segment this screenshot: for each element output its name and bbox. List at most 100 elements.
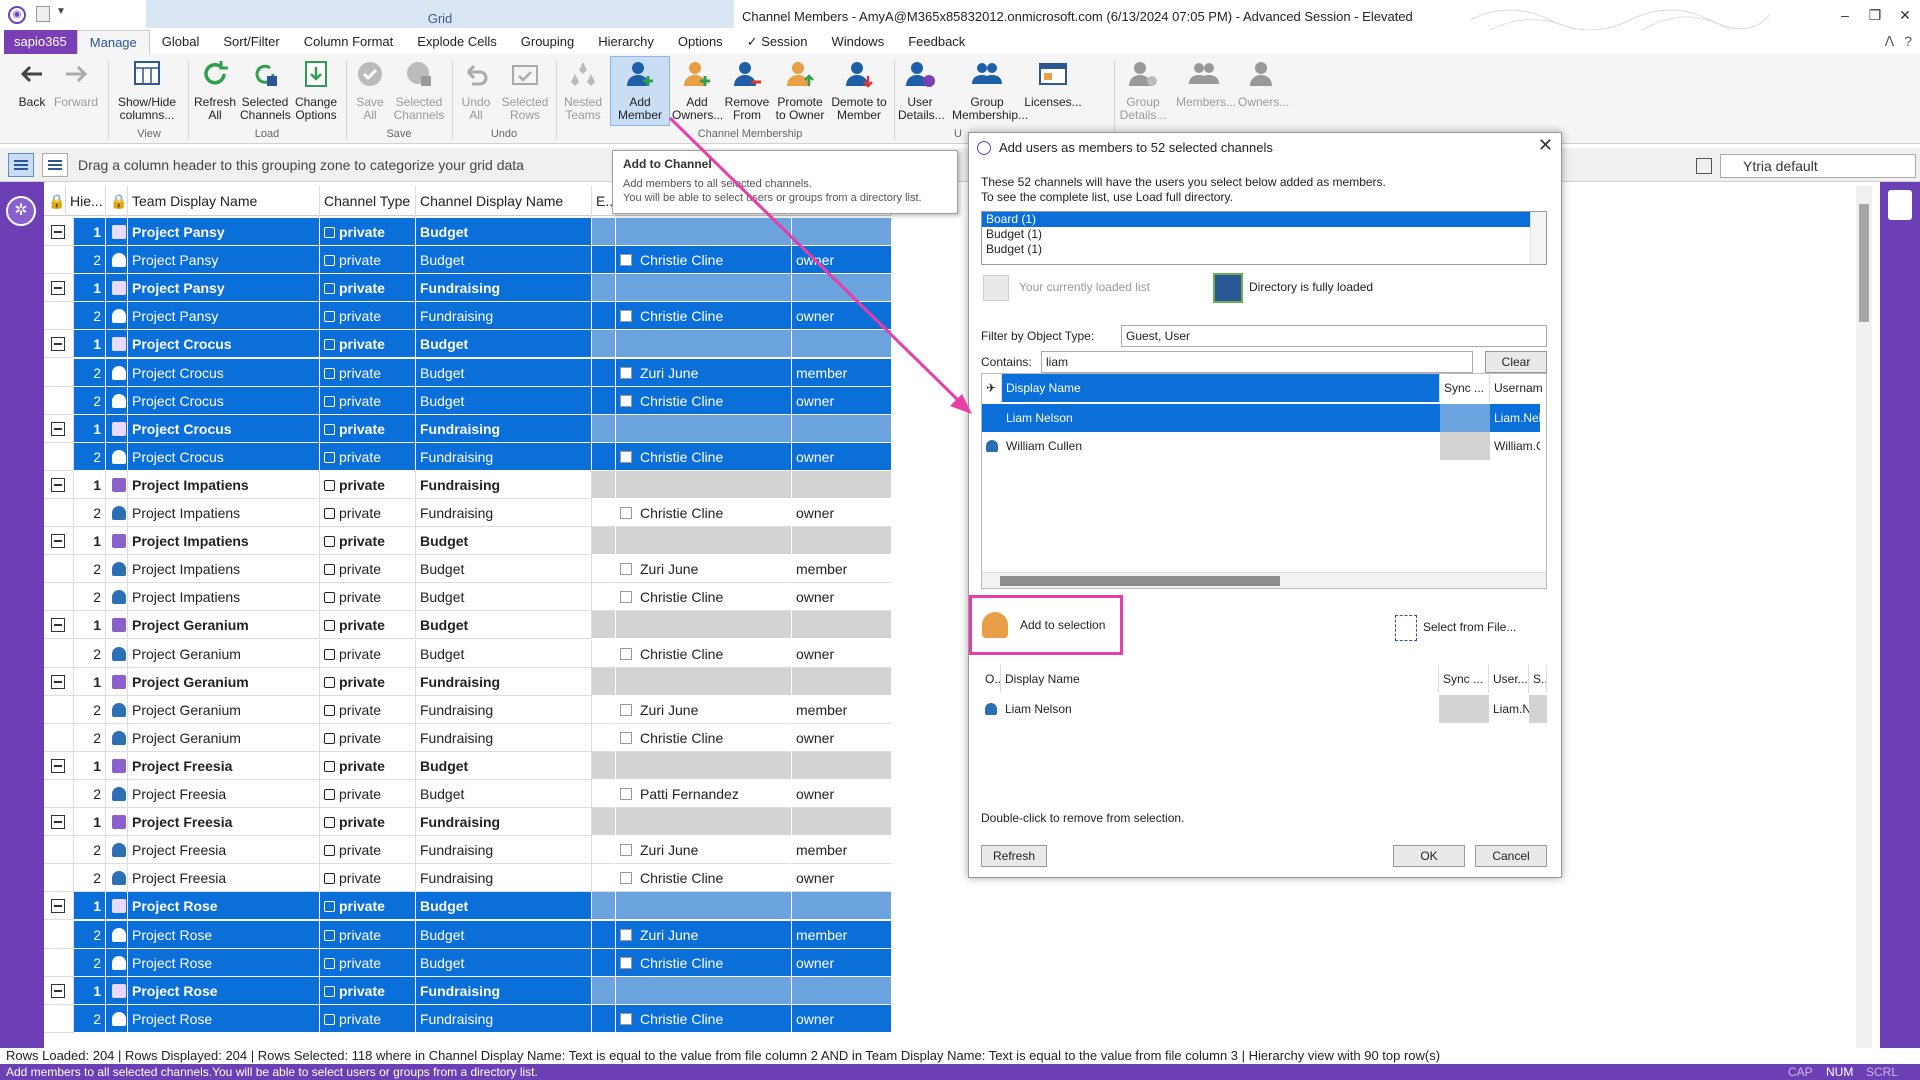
result-row[interactable]: Liam Nelson Liam.Nel [982,404,1546,432]
table-row[interactable]: 2 Project Impatiens private Budget Zuri June… [44,555,892,584]
add-owners-button[interactable]: Add Owners... [672,58,723,134]
tab-manage[interactable]: Manage [76,30,150,54]
table-row[interactable]: 2 Project Rose private Budget Christie Cline… [44,948,892,977]
sel-col-s[interactable]: S... [1529,665,1547,693]
table-row[interactable]: 1 Project Crocus private Budget [44,330,892,359]
row-checkbox[interactable] [620,703,632,716]
licenses-button[interactable]: Licenses... [1024,58,1082,134]
row-expander[interactable] [44,639,74,668]
tab-sort-filter[interactable]: Sort/Filter [211,30,291,54]
row-checkbox[interactable] [620,1012,632,1025]
results-pin-icon[interactable]: ✈ [982,374,1002,402]
select-from-file-button[interactable]: Select from File... [1395,615,1516,641]
table-row[interactable]: 2 Project Crocus private Budget Zuri June mem… [44,358,892,387]
table-row[interactable]: 2 Project Rose private Fundraising Christie … [44,1004,892,1033]
contains-input[interactable]: liam [1041,351,1473,373]
tab-windows[interactable]: Windows [819,30,896,54]
row-checkbox[interactable] [620,788,632,800]
col-team-display-name[interactable]: Team Display Name [128,186,320,216]
remove-from-button[interactable]: Remove From [724,58,770,134]
row-expander[interactable] [44,358,74,387]
row-expander[interactable] [44,442,74,471]
ok-button[interactable]: OK [1393,845,1465,867]
table-row[interactable]: 1 Project Pansy private Fundraising [44,274,892,303]
row-expander[interactable] [44,723,74,752]
row-checkbox[interactable] [620,647,632,660]
table-row[interactable]: 2 Project Pansy private Fundraising Christie… [44,302,892,331]
group-details-button[interactable]: Group Details... [1118,58,1168,134]
table-row[interactable]: 2 Project Impatiens private Budget Christie … [44,583,892,612]
tab-feedback[interactable]: Feedback [896,30,977,54]
collapse-icon[interactable] [51,281,65,296]
restore-button[interactable]: ❐ [1860,0,1890,30]
tab-explode-cells[interactable]: Explode Cells [405,30,509,54]
filter-type-select[interactable]: Guest, User [1121,325,1547,347]
row-expander[interactable] [44,667,74,696]
back-button[interactable]: Back [14,58,50,134]
results-horizontal-scrollbar[interactable] [982,572,1546,588]
row-expander[interactable] [44,583,74,612]
table-row[interactable]: 1 Project Rose private Fundraising [44,976,892,1005]
channel-list-scrollbar[interactable] [1530,212,1546,264]
row-checkbox[interactable] [620,731,632,744]
col-lock-icon[interactable]: 🔒 [44,186,66,216]
row-checkbox[interactable] [620,591,632,604]
row-checkbox[interactable] [620,956,632,969]
sel-col-o[interactable]: O... [981,665,1001,693]
undo-selected-rows-button[interactable]: Selected Rows [500,58,550,134]
row-checkbox[interactable] [620,872,632,885]
row-expander[interactable] [44,864,74,893]
minimize-button[interactable]: – [1830,0,1860,30]
row-expander[interactable] [44,836,74,865]
row-expander[interactable] [44,414,74,443]
table-row[interactable]: 1 Project Geranium private Fundraising [44,667,892,696]
results-col-username[interactable]: Usernam [1490,374,1546,402]
tab-session[interactable]: ✓ Session [735,30,820,54]
result-row[interactable]: William Cullen William.C [982,432,1546,460]
group-membership-button[interactable]: Group Membership... [952,58,1028,134]
loaded-list-option[interactable]: Your currently loaded list [983,275,1150,301]
grouping-zone[interactable]: Drag a column header to this grouping zo… [0,148,1920,182]
collapse-icon[interactable] [51,899,65,914]
collapse-icon[interactable] [51,618,65,633]
collapse-icon[interactable] [51,758,65,773]
table-row[interactable]: 1 Project Pansy private Budget [44,218,892,246]
row-checkbox[interactable] [620,844,632,857]
row-expander[interactable] [44,470,74,499]
table-row[interactable]: 2 Project Crocus private Fundraising Christi… [44,442,892,471]
row-checkbox[interactable] [620,310,632,323]
col-lock2-icon[interactable]: 🔒 [106,186,128,216]
table-row[interactable]: 1 Project Crocus private Fundraising [44,414,892,443]
selected-channels-load-button[interactable]: Selected Channels [240,58,291,134]
nested-teams-button[interactable]: Nested Teams [560,58,606,134]
row-checkbox[interactable] [620,366,632,379]
undo-all-button[interactable]: Undo All [456,58,496,134]
row-expander[interactable] [44,555,74,584]
clipboard-icon[interactable] [1888,190,1912,220]
row-expander[interactable] [44,386,74,415]
row-expander[interactable] [44,808,74,837]
cancel-button[interactable]: Cancel [1475,845,1547,867]
refresh-all-button[interactable]: Refresh All [192,58,238,134]
settings-gear-icon[interactable]: ✲ [6,196,36,226]
promote-owner-button[interactable]: Promote to Owner [772,58,828,134]
search-results-grid[interactable]: ✈ Display Name Sync ... Usernam Liam Nel… [981,373,1547,589]
table-row[interactable]: 2 Project Pansy private Budget Christie Clin… [44,246,892,275]
close-window-button[interactable]: ✕ [1890,0,1920,30]
row-expander[interactable] [44,611,74,640]
row-checkbox[interactable] [620,394,632,407]
row-expander[interactable] [44,527,74,556]
row-expander[interactable] [44,948,74,977]
row-expander[interactable] [44,976,74,1005]
help-icon[interactable]: ? [1904,33,1912,50]
row-checkbox[interactable] [620,450,632,463]
col-channel-display-name[interactable]: Channel Display Name [416,186,592,216]
table-row[interactable]: 2 Project Rose private Budget Zuri June membe… [44,920,892,949]
table-row[interactable]: 1 Project Freesia private Budget [44,751,892,780]
channel-list-item[interactable]: Budget (1) [982,242,1530,257]
row-checkbox[interactable] [620,507,632,519]
table-row[interactable]: 2 Project Geranium private Budget Christie C… [44,639,892,668]
table-row[interactable]: 2 Project Crocus private Budget Christie Cli… [44,386,892,415]
collapse-ribbon-icon[interactable]: ᐱ [1885,33,1895,50]
row-expander[interactable] [44,499,74,527]
